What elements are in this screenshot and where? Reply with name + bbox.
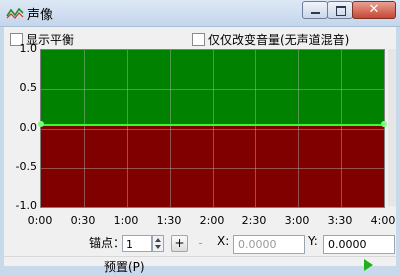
maximize-button[interactable] — [327, 1, 353, 19]
divider — [4, 256, 396, 257]
remove-anchor-button[interactable]: - — [192, 235, 209, 252]
pan-envelope-chart[interactable] — [38, 49, 387, 208]
minimize-icon — [311, 12, 320, 14]
x-tick-label: 0:30 — [70, 214, 96, 227]
vertical-scrollbar[interactable] — [388, 49, 396, 206]
grid-line-horizontal — [41, 129, 384, 130]
y-coordinate-field[interactable]: 0.0000 — [323, 235, 395, 254]
checkbox-box[interactable] — [192, 33, 205, 46]
add-point-icon: + — [174, 236, 185, 250]
x-tick-label: 1:00 — [113, 214, 139, 227]
remove-point-icon: - — [198, 236, 203, 250]
x-label: X: — [217, 234, 230, 248]
add-anchor-button[interactable]: + — [171, 235, 188, 252]
minimize-button[interactable] — [302, 1, 328, 19]
play-icon[interactable] — [364, 259, 373, 271]
grid-line-horizontal — [41, 89, 384, 90]
y-tick-label: -0.5 — [15, 160, 37, 173]
maximize-icon — [336, 6, 346, 16]
stereo-balance-icon — [6, 7, 24, 19]
anchor-point[interactable] — [381, 121, 387, 127]
dialog-body: 显示平衡 仅仅改变音量(无声道混音) 1.0 0.5 0.0 -0.5 -1.0 0:0… — [4, 27, 396, 274]
x-tick-label: 1:30 — [156, 214, 182, 227]
chevron-up-icon[interactable] — [155, 238, 161, 242]
x-tick-label: 0:00 — [27, 214, 53, 227]
x-tick-label: 2:00 — [199, 214, 225, 227]
y-tick-label: -1.0 — [15, 199, 37, 212]
anchor-point[interactable] — [38, 121, 44, 127]
y-tick-label: 0.0 — [19, 121, 38, 134]
y-tick-label: 1.0 — [19, 42, 38, 55]
pan-envelope-line[interactable] — [41, 124, 384, 126]
volume-only-checkbox[interactable]: 仅仅改变音量(无声道混音) — [192, 31, 349, 48]
x-tick-label: 2:30 — [241, 214, 267, 227]
anchor-stepper-input[interactable]: 1 — [122, 235, 152, 252]
anchor-stepper-buttons[interactable] — [152, 235, 164, 252]
close-icon: ✕ — [368, 2, 380, 17]
x-tick-label: 3:00 — [284, 214, 310, 227]
preset-label: 预置(P) — [104, 260, 145, 274]
window-title: 声像 — [27, 8, 54, 23]
grid-line-horizontal — [41, 168, 384, 169]
close-button[interactable]: ✕ — [352, 1, 396, 19]
anchor-label: 锚点： — [89, 236, 126, 250]
x-tick-label: 3:30 — [327, 214, 353, 227]
volume-only-label: 仅仅改变音量(无声道混音) — [208, 33, 350, 47]
chevron-down-icon[interactable] — [155, 245, 161, 249]
title-bar: 声像 ✕ — [0, 0, 400, 27]
window-buttons: ✕ — [302, 1, 396, 21]
x-coordinate-field[interactable]: 0.0000 — [233, 235, 305, 254]
y-tick-label: 0.5 — [19, 81, 38, 94]
x-tick-label: 4:00 — [370, 214, 396, 227]
y-label: Y: — [308, 234, 318, 248]
